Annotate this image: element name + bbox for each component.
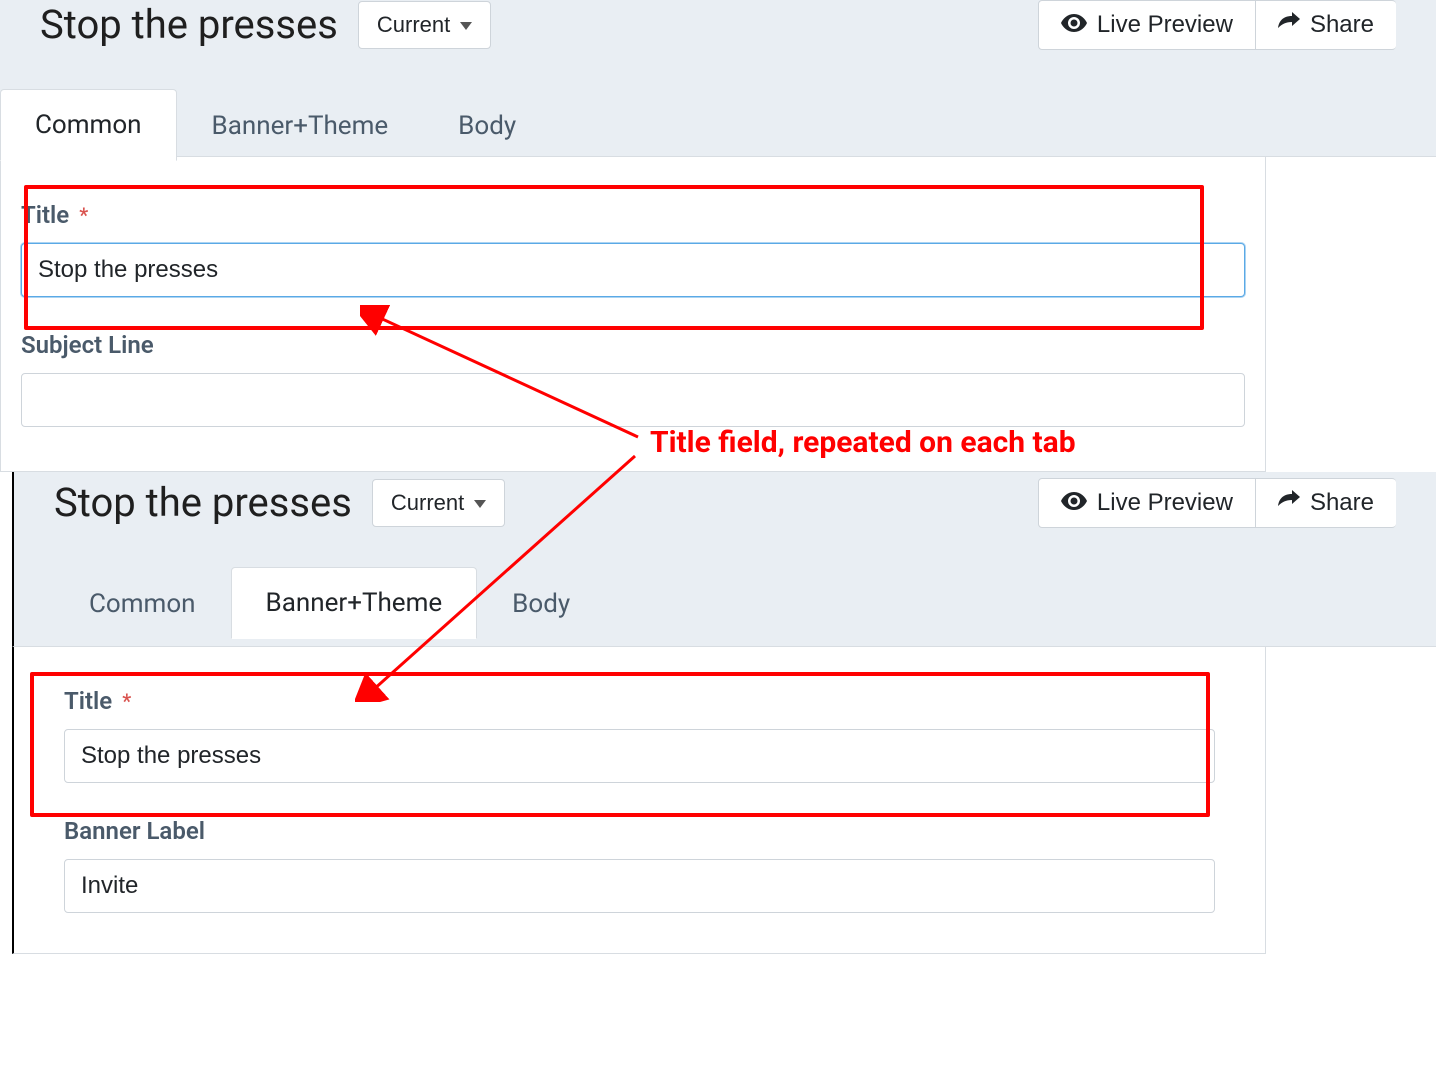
required-indicator: * (122, 689, 131, 713)
share-label: Share (1310, 11, 1374, 39)
title-label: Title (21, 201, 69, 229)
live-preview-label: Live Preview (1097, 11, 1233, 39)
page-title: Stop the presses (54, 479, 352, 527)
banner-label-label: Banner Label (64, 817, 205, 845)
field-banner-label: Banner Label (44, 807, 1235, 923)
status-label: Current (377, 12, 450, 38)
live-preview-button[interactable]: Live Preview (1038, 478, 1256, 528)
tab-banner-theme[interactable]: Banner+Theme (231, 567, 478, 639)
eye-icon (1061, 489, 1087, 517)
status-dropdown[interactable]: Current (358, 1, 491, 49)
field-title: Title * (44, 677, 1235, 793)
share-button[interactable]: Share (1256, 0, 1396, 50)
eye-icon (1061, 11, 1087, 39)
title-input[interactable] (64, 729, 1215, 783)
annotation-text: Title field, repeated on each tab (650, 425, 1076, 460)
field-subject-line: Subject Line (1, 321, 1265, 437)
status-dropdown[interactable]: Current (372, 479, 505, 527)
header-actions: Live Preview Share (1038, 478, 1396, 528)
field-title: Title * (1, 191, 1265, 307)
subject-line-label: Subject Line (21, 331, 154, 359)
live-preview-label: Live Preview (1097, 489, 1233, 517)
subject-line-input[interactable] (21, 373, 1245, 427)
share-label: Share (1310, 489, 1374, 517)
tabs: Common Banner+Theme Body (54, 566, 1396, 638)
banner-label-input[interactable] (64, 859, 1215, 913)
share-button[interactable]: Share (1256, 478, 1396, 528)
chevron-down-icon (460, 22, 472, 30)
share-icon (1278, 11, 1300, 39)
chevron-down-icon (474, 500, 486, 508)
tab-common[interactable]: Common (0, 89, 177, 161)
status-label: Current (391, 490, 464, 516)
required-indicator: * (79, 203, 88, 227)
page-header: Stop the presses Current Live Preview Sh… (40, 0, 1396, 58)
tab-body[interactable]: Body (423, 90, 551, 161)
tab-common[interactable]: Common (54, 568, 231, 639)
title-label: Title (64, 687, 112, 715)
share-icon (1278, 489, 1300, 517)
page-title: Stop the presses (40, 1, 338, 49)
form-common: Title * Subject Line (0, 157, 1266, 472)
live-preview-button[interactable]: Live Preview (1038, 0, 1256, 50)
header-actions: Live Preview Share (1038, 0, 1396, 50)
title-input[interactable] (21, 243, 1245, 297)
tab-banner-theme[interactable]: Banner+Theme (177, 90, 424, 161)
page-header: Stop the presses Current Live Preview Sh… (54, 472, 1396, 536)
tabs: Common Banner+Theme Body (0, 88, 1396, 160)
tab-body[interactable]: Body (477, 568, 605, 639)
form-banner-theme: Title * Banner Label (12, 647, 1266, 954)
